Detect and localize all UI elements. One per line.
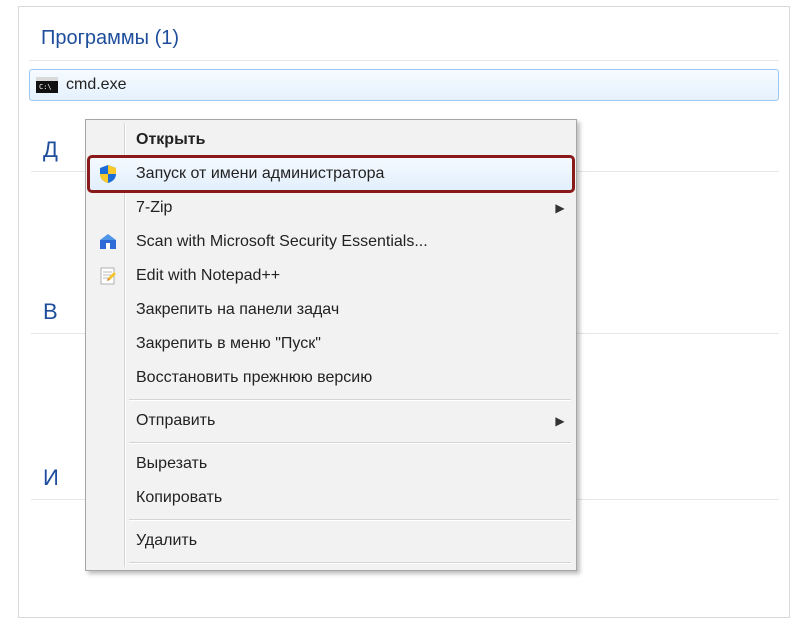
menu-item-open[interactable]: Открыть	[89, 123, 573, 157]
menu-item-copy[interactable]: Копировать	[89, 481, 573, 515]
search-results-panel: Программы (1) C:\ cmd.exe Д В И Открыть	[18, 6, 790, 618]
menu-label: Отправить	[126, 412, 548, 430]
menu-item-7zip[interactable]: 7-Zip ▶	[89, 191, 573, 225]
menu-item-run-as-admin[interactable]: Запуск от имени администратора	[89, 157, 573, 191]
menu-label: Закрепить в меню "Пуск"	[126, 335, 572, 353]
menu-label: Scan with Microsoft Security Essentials.…	[126, 233, 572, 251]
section-header-programs: Программы (1)	[29, 27, 779, 61]
menu-label: Копировать	[126, 489, 572, 507]
menu-item-scan-mse[interactable]: Scan with Microsoft Security Essentials.…	[89, 225, 573, 259]
menu-label: Закрепить на панели задач	[126, 301, 572, 319]
chevron-right-icon: ▶	[548, 201, 572, 215]
shield-icon	[90, 164, 126, 184]
menu-separator	[129, 399, 571, 400]
menu-item-edit-npp[interactable]: Edit with Notepad++	[89, 259, 573, 293]
menu-item-restore-previous[interactable]: Восстановить прежнюю версию	[89, 361, 573, 395]
notepadpp-icon	[90, 266, 126, 286]
menu-label: Запуск от имени администратора	[126, 165, 572, 183]
search-result-cmd[interactable]: C:\ cmd.exe	[29, 69, 779, 101]
cmd-icon: C:\	[36, 77, 58, 93]
menu-item-pin-taskbar[interactable]: Закрепить на панели задач	[89, 293, 573, 327]
menu-item-delete[interactable]: Удалить	[89, 524, 573, 558]
menu-label: Восстановить прежнюю версию	[126, 369, 572, 387]
context-menu: Открыть Запуск от имени администратора 7…	[85, 119, 577, 571]
chevron-right-icon: ▶	[548, 414, 572, 428]
menu-item-pin-start[interactable]: Закрепить в меню "Пуск"	[89, 327, 573, 361]
menu-separator	[129, 442, 571, 443]
menu-label: Открыть	[126, 131, 572, 149]
menu-label: Edit with Notepad++	[126, 267, 572, 285]
menu-label: Удалить	[126, 532, 572, 550]
menu-item-cut[interactable]: Вырезать	[89, 447, 573, 481]
svg-text:C:\: C:\	[39, 83, 52, 91]
search-result-label: cmd.exe	[66, 76, 126, 94]
mse-icon	[90, 232, 126, 252]
menu-label: Вырезать	[126, 455, 572, 473]
menu-label: 7-Zip	[126, 199, 548, 217]
menu-item-send-to[interactable]: Отправить ▶	[89, 404, 573, 438]
menu-separator	[129, 562, 571, 563]
menu-separator	[129, 519, 571, 520]
